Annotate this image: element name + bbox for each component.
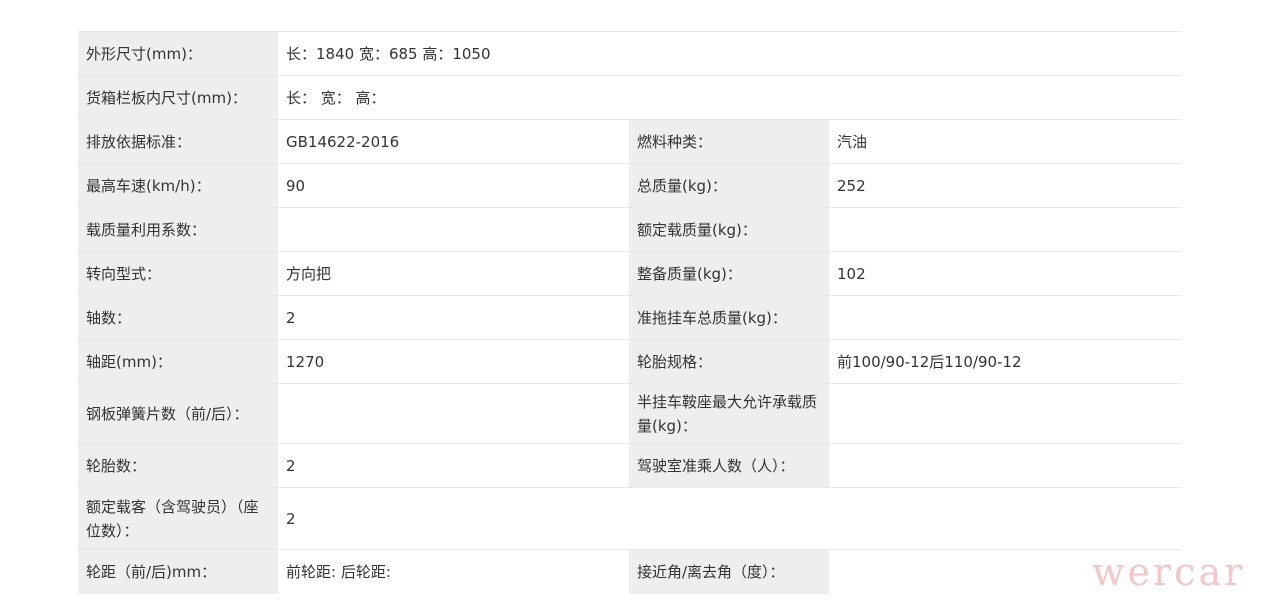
label-fuel-type: 燃料种类： bbox=[629, 119, 829, 164]
value-dimensions: 长：1840 宽：685 高：1050 bbox=[278, 31, 1181, 76]
label-cargo-box: 货箱栏板内尺寸(mm)： bbox=[78, 75, 278, 120]
value-wheelbase: 1270 bbox=[278, 339, 629, 384]
value-cab-occupants bbox=[829, 443, 1181, 488]
spec-row-springs: 钢板弹簧片数（前/后）： 半挂车鞍座最大允许承载质量(kg)： bbox=[78, 383, 1181, 444]
spec-row-axles: 轴数： 2 准拖挂车总质量(kg)： bbox=[78, 295, 1181, 340]
label-tire-count: 轮胎数： bbox=[78, 443, 278, 488]
label-track-width: 轮距（前/后)mm： bbox=[78, 549, 278, 594]
label-axle-count: 轴数： bbox=[78, 295, 278, 340]
label-approach-departure: 接近角/离去角（度）： bbox=[629, 549, 829, 594]
value-saddle-load bbox=[829, 383, 1181, 444]
value-tire-count: 2 bbox=[278, 443, 629, 488]
spec-row-emission: 排放依据标准： GB14622-2016 燃料种类： 汽油 bbox=[78, 119, 1181, 164]
spec-row-track: 轮距（前/后)mm： 前轮距: 后轮距: 接近角/离去角（度）： bbox=[78, 549, 1181, 594]
value-gross-mass: 252 bbox=[829, 163, 1181, 208]
value-trailer-mass bbox=[829, 295, 1181, 340]
value-axle-count: 2 bbox=[278, 295, 629, 340]
label-dimensions: 外形尺寸(mm)： bbox=[78, 31, 278, 76]
spec-table: 外形尺寸(mm)： 长：1840 宽：685 高：1050 货箱栏板内尺寸(mm… bbox=[78, 31, 1181, 594]
value-max-speed: 90 bbox=[278, 163, 629, 208]
value-cargo-box: 长： 宽： 高： bbox=[278, 75, 1181, 120]
spec-row-speed: 最高车速(km/h)： 90 总质量(kg)： 252 bbox=[78, 163, 1181, 208]
value-track-width: 前轮距: 后轮距: bbox=[278, 549, 629, 594]
label-emission-standard: 排放依据标准： bbox=[78, 119, 278, 164]
spec-row-load: 载质量利用系数： 额定载质量(kg)： bbox=[78, 207, 1181, 252]
label-gross-mass: 总质量(kg)： bbox=[629, 163, 829, 208]
label-rated-load: 额定载质量(kg)： bbox=[629, 207, 829, 252]
spec-row-tires: 轮胎数： 2 驾驶室准乘人数（人）： bbox=[78, 443, 1181, 488]
value-leaf-springs bbox=[278, 383, 629, 444]
label-saddle-load: 半挂车鞍座最大允许承载质量(kg)： bbox=[629, 383, 829, 444]
watermark-logo: wercar bbox=[1092, 550, 1246, 594]
value-rated-passengers: 2 bbox=[278, 487, 1181, 550]
value-load-factor bbox=[278, 207, 629, 252]
value-emission-standard: GB14622-2016 bbox=[278, 119, 629, 164]
label-load-factor: 载质量利用系数： bbox=[78, 207, 278, 252]
label-tire-spec: 轮胎规格： bbox=[629, 339, 829, 384]
label-cab-occupants: 驾驶室准乘人数（人）： bbox=[629, 443, 829, 488]
spec-row-cargo-box: 货箱栏板内尺寸(mm)： 长： 宽： 高： bbox=[78, 75, 1181, 120]
spec-row-passengers: 额定载客（含驾驶员）（座位数）： 2 bbox=[78, 487, 1181, 550]
label-rated-passengers: 额定载客（含驾驶员）（座位数）： bbox=[78, 487, 278, 550]
value-steering-type: 方向把 bbox=[278, 251, 629, 296]
label-leaf-springs: 钢板弹簧片数（前/后）： bbox=[78, 383, 278, 444]
spec-row-steering: 转向型式： 方向把 整备质量(kg)： 102 bbox=[78, 251, 1181, 296]
vehicle-spec-sheet: 外形尺寸(mm)： 长：1840 宽：685 高：1050 货箱栏板内尺寸(mm… bbox=[78, 31, 1181, 600]
spec-row-dimensions: 外形尺寸(mm)： 长：1840 宽：685 高：1050 bbox=[78, 31, 1181, 76]
value-tire-spec: 前100/90-12后110/90-12 bbox=[829, 339, 1181, 384]
value-fuel-type: 汽油 bbox=[829, 119, 1181, 164]
label-trailer-mass: 准拖挂车总质量(kg)： bbox=[629, 295, 829, 340]
label-steering-type: 转向型式： bbox=[78, 251, 278, 296]
value-rated-load bbox=[829, 207, 1181, 252]
label-wheelbase: 轴距(mm)： bbox=[78, 339, 278, 384]
label-max-speed: 最高车速(km/h)： bbox=[78, 163, 278, 208]
label-curb-mass: 整备质量(kg)： bbox=[629, 251, 829, 296]
spec-row-wheelbase: 轴距(mm)： 1270 轮胎规格： 前100/90-12后110/90-12 bbox=[78, 339, 1181, 384]
value-curb-mass: 102 bbox=[829, 251, 1181, 296]
